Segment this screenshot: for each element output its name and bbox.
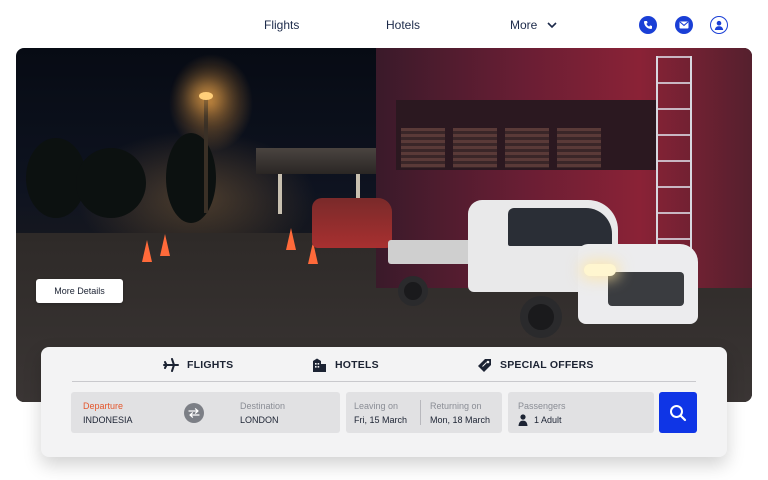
user-icon[interactable] [710, 16, 728, 34]
street-lamp [204, 93, 208, 213]
truck-wheel [398, 276, 428, 306]
plane-icon [163, 358, 179, 372]
passengers-field[interactable]: Passengers 1 Adult [508, 392, 654, 433]
passengers-value: 1 Adult [534, 415, 562, 425]
leaving-label: Leaving on [354, 401, 399, 411]
phone-icon[interactable] [639, 16, 657, 34]
destination-label: Destination [240, 401, 286, 411]
tab-hotels-label: HOTELS [335, 359, 379, 371]
canopy-pillar [278, 174, 282, 214]
destination-value: LONDON [240, 415, 279, 425]
swap-route-button[interactable] [184, 403, 204, 423]
top-navigation: Flights Hotels More [0, 0, 768, 48]
tab-special-offers-label: SPECIAL OFFERS [500, 359, 594, 371]
nav-link-more: More [510, 18, 538, 32]
truck-wheel [520, 296, 562, 338]
route-field[interactable]: Departure INDONESIA Destination LONDON [71, 392, 340, 433]
tab-special-offers[interactable]: SPECIAL OFFERS [478, 357, 594, 373]
nav-more-menu[interactable]: More [510, 18, 557, 32]
building-vent [557, 128, 601, 168]
building-vent [401, 128, 445, 168]
tag-icon [478, 359, 491, 372]
passengers-label: Passengers [518, 401, 566, 411]
chevron-down-icon [547, 22, 557, 29]
swap-arrows-icon [188, 408, 200, 418]
tab-flights-label: FLIGHTS [187, 359, 234, 371]
tow-truck [388, 200, 698, 340]
departure-value: INDONESIA [83, 415, 133, 425]
nav-link-hotels[interactable]: Hotels [386, 18, 420, 32]
traffic-cone [160, 234, 170, 256]
traffic-cone [142, 240, 152, 262]
truck-headlight [584, 264, 616, 276]
building-vent [453, 128, 497, 168]
truck-windshield [508, 208, 612, 246]
booking-panel: FLIGHTS HOTELS SPECIAL OFFERS Departure … [41, 347, 727, 457]
tree [76, 148, 146, 218]
truck-grille [608, 272, 684, 306]
red-car [312, 198, 392, 248]
nav-link-flights[interactable]: Flights [264, 18, 299, 32]
departure-label: Departure [83, 401, 124, 411]
returning-label: Returning on [430, 401, 482, 411]
tab-flights[interactable]: FLIGHTS [163, 357, 233, 373]
dates-field[interactable]: Leaving on Fri, 15 March Returning on Mo… [346, 392, 502, 433]
leaving-value: Fri, 15 March [354, 415, 408, 425]
lamp-glow [199, 92, 213, 100]
building-vent [505, 128, 549, 168]
hotel-icon [313, 358, 326, 372]
person-icon [518, 414, 528, 426]
traffic-cone [286, 228, 296, 250]
dates-divider [420, 400, 421, 425]
search-icon [670, 404, 687, 421]
mail-icon[interactable] [675, 16, 693, 34]
more-details-button[interactable]: More Details [36, 279, 123, 303]
search-button[interactable] [659, 392, 697, 433]
tab-divider [72, 381, 696, 382]
tree [166, 133, 216, 223]
tab-hotels[interactable]: HOTELS [312, 357, 379, 373]
returning-value: Mon, 18 March [430, 415, 491, 425]
